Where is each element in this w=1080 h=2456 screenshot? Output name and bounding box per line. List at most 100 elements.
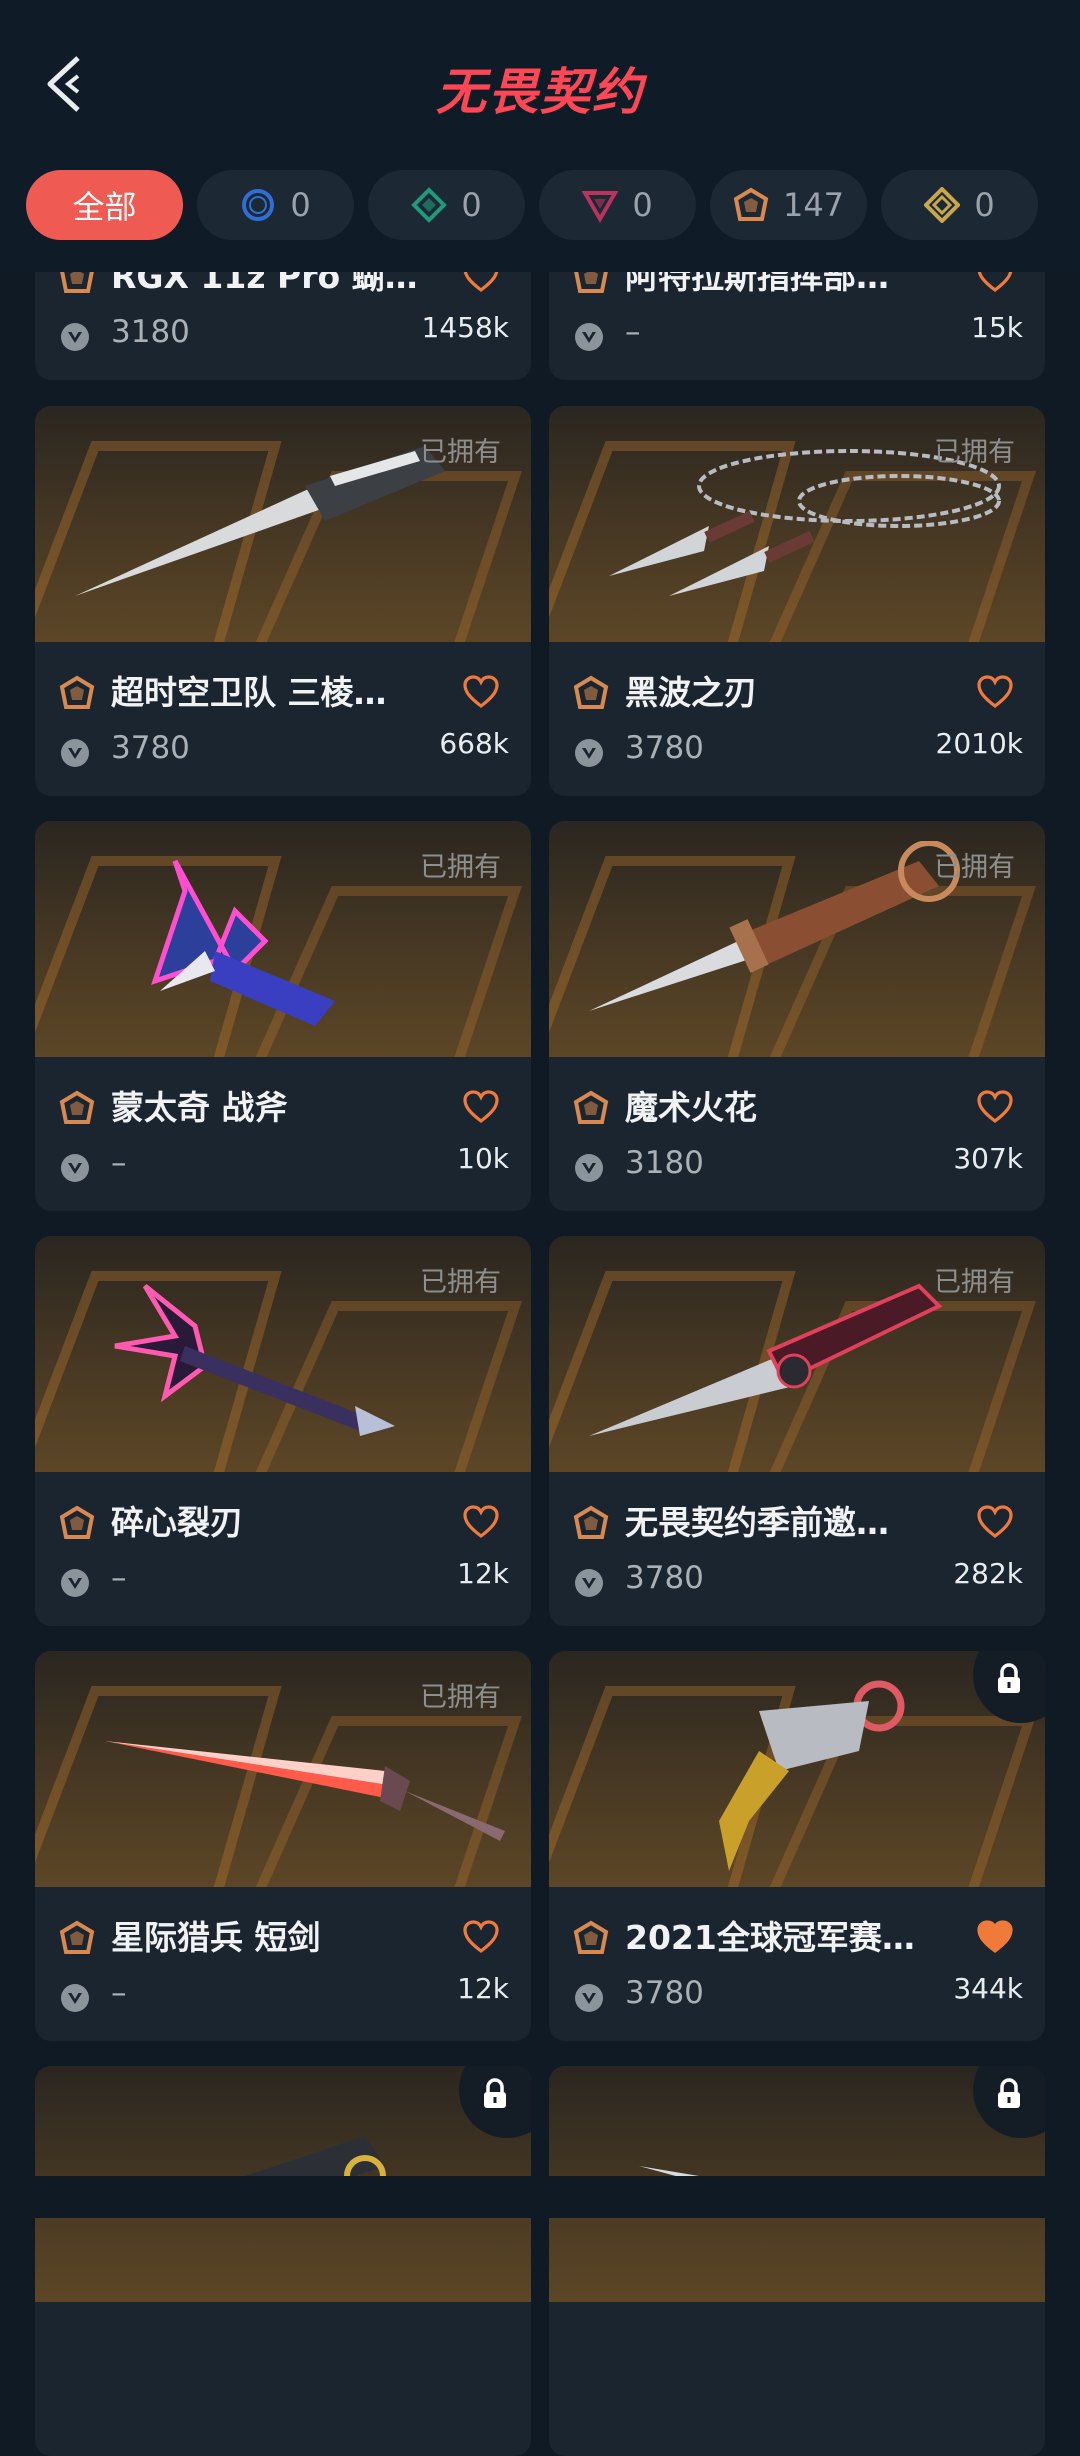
filter-pentagon-tier[interactable]: 147 [710, 170, 867, 240]
heart-icon[interactable] [975, 1087, 1015, 1127]
pentagon-tier-icon [733, 187, 769, 221]
vp-currency-icon [61, 323, 89, 351]
skin-image: 已拥有 [35, 1236, 531, 1472]
skin-name: 蒙太奇 战斧 [111, 1088, 288, 1127]
vp-currency-icon [575, 323, 603, 351]
heart-icon[interactable] [461, 1087, 501, 1127]
like-count: 282k [953, 1557, 1023, 1590]
heart-icon[interactable] [461, 1917, 501, 1957]
skin-image: 已拥有 [35, 1651, 531, 1887]
vp-currency-icon [575, 1569, 603, 1597]
pentagon-tier-icon [59, 675, 95, 709]
like-count: 12k [457, 1972, 509, 2005]
skin-name: 无畏契约季前邀… [625, 1503, 889, 1542]
skin-name: 星际猎兵 短剑 [111, 1918, 321, 1957]
diamond-tier-icon [411, 187, 448, 223]
skin-price: 3780 [625, 1560, 704, 1596]
lock-icon [998, 2078, 1020, 2108]
filter-diamond-tier[interactable]: 0 [368, 170, 525, 240]
vp-currency-icon [61, 739, 89, 767]
skin-price: – [111, 1975, 127, 2011]
skin-info: 魔术火花 3180 307k [549, 1057, 1045, 1211]
skin-price: 3780 [625, 730, 704, 766]
skin-card[interactable]: 已拥有 星际猎兵 短剑 – 12k [35, 1651, 531, 2041]
like-count: 668k [439, 727, 509, 760]
vp-currency-icon [61, 1569, 89, 1597]
rhombus-tier-icon [924, 187, 961, 223]
page-title: 无畏契约 [436, 63, 644, 121]
heart-filled-icon[interactable] [975, 1917, 1015, 1957]
pentagon-tier-icon [573, 1505, 609, 1539]
heart-icon[interactable] [975, 672, 1015, 712]
vp-currency-icon [61, 1984, 89, 2012]
heart-icon[interactable] [461, 1502, 501, 1542]
skin-card[interactable] [35, 2066, 531, 2456]
bottom-bar [0, 2176, 1080, 2218]
owned-label: 已拥有 [420, 1267, 501, 1298]
vp-currency-icon [575, 1154, 603, 1182]
skin-info: 星际猎兵 短剑 – 12k [35, 1887, 531, 2041]
vp-currency-icon [575, 1984, 603, 2012]
skin-price: – [111, 1145, 127, 1181]
like-count: 15k [971, 311, 1023, 344]
owned-label: 已拥有 [934, 437, 1015, 468]
skin-price: 3180 [111, 314, 190, 350]
heart-icon[interactable] [461, 672, 501, 712]
lock-icon [484, 2078, 506, 2108]
header: 无畏契约 全部 0 0 0 147 0 [0, 0, 1080, 272]
skin-info: 黑波之刃 3780 2010k [549, 642, 1045, 796]
skin-image: 已拥有 [35, 406, 531, 642]
skin-price: 3180 [625, 1145, 704, 1181]
filter-count: 0 [632, 186, 653, 224]
like-count: 12k [457, 1557, 509, 1590]
skin-info: 2021全球冠军赛… 3780 344k [549, 1887, 1045, 2041]
filter-count: 0 [461, 186, 482, 224]
skin-info: 蒙太奇 战斧 – 10k [35, 1057, 531, 1211]
tier-filter-bar: 全部 0 0 0 147 0 [26, 170, 1038, 240]
pentagon-tier-icon [59, 1090, 95, 1124]
heart-icon[interactable] [975, 1502, 1015, 1542]
skin-card[interactable] [549, 2066, 1045, 2456]
vp-currency-icon [575, 739, 603, 767]
skin-info: 无畏契约季前邀… 3780 282k [549, 1472, 1045, 1626]
skin-card[interactable]: 已拥有 黑波之刃 3780 2010k [549, 406, 1045, 796]
skin-name: 碎心裂刃 [111, 1503, 243, 1542]
pentagon-tier-icon [59, 1505, 95, 1539]
filter-count: 0 [974, 186, 995, 224]
skin-card[interactable]: 已拥有 无畏契约季前邀… 3780 282k [549, 1236, 1045, 1626]
skin-price: – [625, 314, 641, 350]
vp-currency-icon [61, 1154, 89, 1182]
filter-circle-tier[interactable]: 0 [197, 170, 354, 240]
pentagon-tier-icon [59, 1920, 95, 1954]
skin-image: 已拥有 [549, 821, 1045, 1057]
filter-all-label: 全部 [72, 188, 137, 226]
skin-name: 2021全球冠军赛… [625, 1918, 915, 1957]
weapon-image [719, 1680, 905, 1871]
owned-label: 已拥有 [934, 1267, 1015, 1298]
pentagon-tier-icon [573, 675, 609, 709]
like-count: 307k [953, 1142, 1023, 1175]
skin-card[interactable]: 已拥有 超时空卫队 三棱… 3780 668k [35, 406, 531, 796]
skin-image: 已拥有 [549, 1236, 1045, 1472]
filter-all[interactable]: 全部 [26, 170, 183, 240]
skin-price: 3780 [111, 730, 190, 766]
filter-rhombus-tier[interactable]: 0 [881, 170, 1038, 240]
skin-card[interactable]: 已拥有 蒙太奇 战斧 – 10k [35, 821, 531, 1211]
circle-tier-icon [242, 189, 275, 221]
skin-info: 超时空卫队 三棱… 3780 668k [35, 642, 531, 796]
owned-label: 已拥有 [420, 1682, 501, 1713]
lock-icon [998, 1663, 1020, 1693]
skin-image: 已拥有 [35, 821, 531, 1057]
skin-image: 已拥有 [549, 406, 1045, 642]
like-count: 10k [457, 1142, 509, 1175]
filter-triangle-tier[interactable]: 0 [539, 170, 696, 240]
skin-card[interactable]: 已拥有 碎心裂刃 – 12k [35, 1236, 531, 1626]
skin-name: 魔术火花 [625, 1088, 757, 1127]
like-count: 2010k [935, 727, 1023, 760]
skin-name: 超时空卫队 三棱… [111, 673, 387, 712]
owned-label: 已拥有 [420, 852, 501, 883]
owned-label: 已拥有 [420, 437, 501, 468]
skin-card[interactable]: 2021全球冠军赛… 3780 344k [549, 1651, 1045, 2041]
skin-name: 黑波之刃 [625, 673, 757, 712]
skin-card[interactable]: 已拥有 魔术火花 3180 307k [549, 821, 1045, 1211]
